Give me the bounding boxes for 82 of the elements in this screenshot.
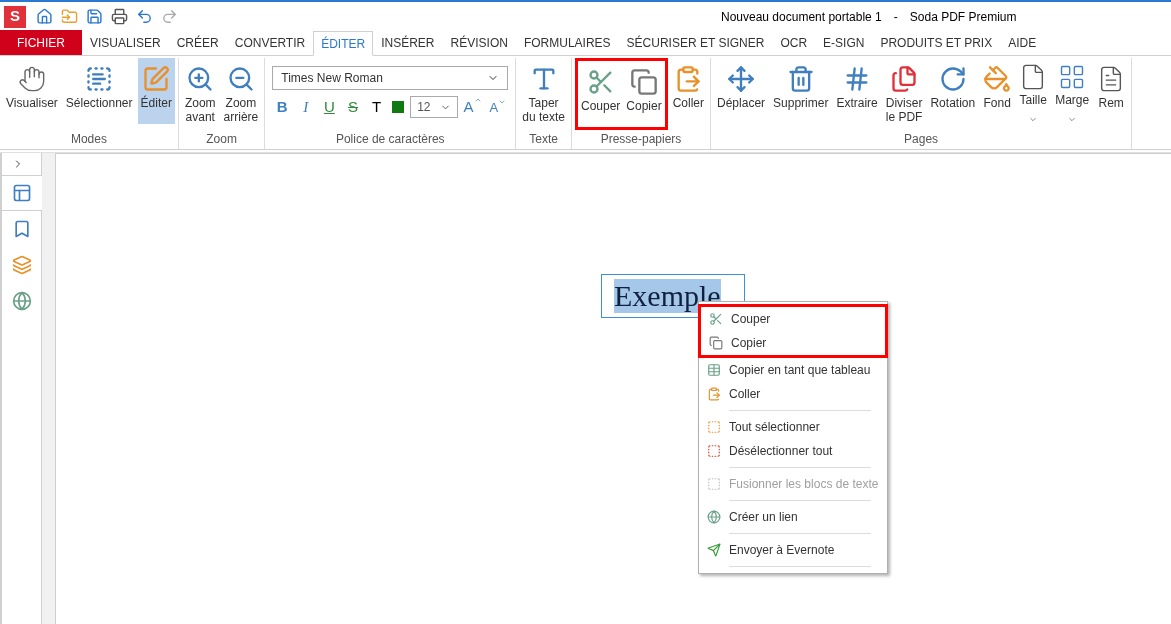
undo-icon[interactable] xyxy=(136,8,153,25)
move-icon xyxy=(727,65,756,93)
pages-icon xyxy=(890,65,919,93)
ribbon-tab[interactable]: E-SIGN xyxy=(815,31,873,55)
menu-item[interactable]: Désélectionner tout xyxy=(699,439,887,463)
zoom-in-button[interactable]: Zoom avant xyxy=(181,58,219,124)
shrink-font-button[interactable]: A xyxy=(487,97,509,117)
menu-item[interactable]: Coller xyxy=(699,382,887,406)
split-button[interactable]: Diviser le PDF xyxy=(882,58,926,124)
zoom-out-button[interactable]: Zoom arrière xyxy=(220,58,262,124)
format-button[interactable]: B xyxy=(272,96,292,119)
menu-item[interactable]: Créer un lien xyxy=(699,505,887,529)
menu-item[interactable]: Tout sélectionner xyxy=(699,415,887,439)
home-icon[interactable] xyxy=(36,8,53,25)
text-select-icon xyxy=(85,65,114,93)
font-size-select[interactable]: 12 xyxy=(410,96,458,119)
group-label: Texte xyxy=(528,132,559,148)
ribbon-tab[interactable]: PRODUITS ET PRIX xyxy=(872,31,1001,55)
group-label: Pages xyxy=(903,132,940,148)
clipboard-icon xyxy=(707,387,721,401)
ribbon-tab[interactable]: CRÉER xyxy=(168,31,227,55)
ribbon-tab[interactable]: OCR xyxy=(772,31,816,55)
margin-button[interactable]: Marge xyxy=(1052,58,1093,124)
layers-icon xyxy=(11,255,32,275)
size-button[interactable]: Taille xyxy=(1016,58,1051,124)
redo-icon[interactable] xyxy=(161,8,178,25)
background-button[interactable]: Fond xyxy=(980,58,1015,124)
thumbnails-icon xyxy=(12,183,32,203)
ribbon-tab[interactable]: ÉDITER xyxy=(313,31,374,56)
view-mode-button[interactable]: Visualiser xyxy=(3,58,61,124)
paint-bucket-icon xyxy=(983,65,1012,93)
edit-mode-button[interactable]: Éditer xyxy=(137,58,175,124)
table-icon xyxy=(707,363,721,377)
group-label: Presse-papiers xyxy=(599,132,683,148)
ribbon-tab[interactable]: INSÉRER xyxy=(373,31,443,55)
move-button[interactable]: Déplacer xyxy=(714,58,769,124)
copy-icon xyxy=(630,68,658,96)
document-title: Nouveau document portable 1 xyxy=(721,9,882,26)
up-caret-icon xyxy=(473,96,482,104)
group-label: Zoom xyxy=(205,132,238,148)
font-family-select[interactable]: Times New Roman xyxy=(272,66,509,90)
format-button[interactable]: U xyxy=(319,96,340,119)
grow-font-button[interactable]: A xyxy=(461,96,484,119)
group-label: Police de caractères xyxy=(334,132,446,148)
sidebar-tab[interactable] xyxy=(2,175,42,211)
zoom-in-icon xyxy=(186,65,215,93)
file-menu-tab[interactable]: FICHIER xyxy=(0,30,82,55)
type-text-button[interactable]: Taper du texte xyxy=(519,58,568,124)
hand-icon xyxy=(17,65,46,93)
copy-button[interactable]: Copier xyxy=(623,61,665,127)
menu-item[interactable]: Copier en tant que tableau xyxy=(699,358,887,382)
folder-icon[interactable] xyxy=(61,8,78,25)
menu-item[interactable]: Copier xyxy=(701,331,885,355)
rotate-icon xyxy=(938,65,967,93)
zoom-out-icon xyxy=(226,65,255,93)
delete-button[interactable]: Supprimer xyxy=(770,58,832,124)
app-title: Soda PDF Premium xyxy=(909,9,1017,26)
paste-button[interactable]: Coller xyxy=(669,58,708,124)
print-icon[interactable] xyxy=(111,8,128,25)
menu-item[interactable]: Envoyer à Evernote xyxy=(699,538,887,562)
group-label: Modes xyxy=(69,132,108,148)
format-button[interactable]: I xyxy=(295,96,316,119)
scissors-icon xyxy=(709,312,723,326)
copy-icon xyxy=(709,336,723,350)
pencil-icon xyxy=(142,65,171,93)
save-icon[interactable] xyxy=(86,8,103,25)
select-mode-button[interactable]: Sélectionner xyxy=(62,58,136,124)
title-separator: - xyxy=(893,9,898,26)
cut-button[interactable]: Couper xyxy=(577,61,624,127)
rotate-button[interactable]: Rotation xyxy=(927,58,979,124)
ribbon-tab[interactable]: VISUALISER xyxy=(82,31,169,55)
ribbon-tab[interactable]: FORMULAIRES xyxy=(515,31,619,55)
ribbon-tab[interactable]: CONVERTIR xyxy=(226,31,314,55)
app-logo: S xyxy=(4,5,26,28)
format-button[interactable]: S xyxy=(343,96,363,119)
ribbon-tab[interactable]: AIDE xyxy=(1000,31,1045,55)
trash-icon xyxy=(786,65,815,93)
ribbon-button[interactable]: Rem xyxy=(1094,58,1129,124)
extract-button[interactable]: Extraire xyxy=(833,58,881,124)
ribbon-tab[interactable]: RÉVISION xyxy=(442,31,516,55)
format-button[interactable]: T xyxy=(366,96,387,119)
ribbon-tab[interactable]: SÉCURISER ET SIGNER xyxy=(618,31,773,55)
